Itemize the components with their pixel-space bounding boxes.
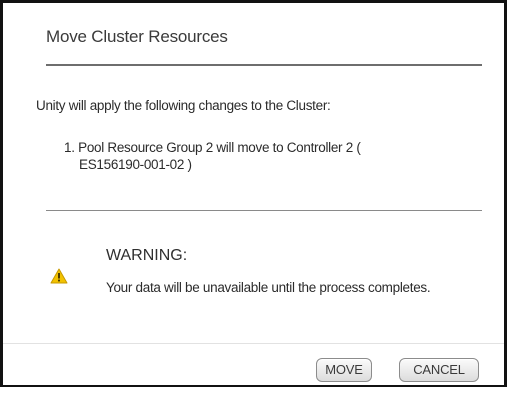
- warning-message: Your data will be unavailable until the …: [106, 280, 431, 295]
- cancel-button[interactable]: CANCEL: [399, 358, 479, 382]
- move-cluster-resources-dialog: Move Cluster Resources Unity will apply …: [3, 3, 504, 385]
- list-item: 1. Pool Resource Group 2 will move to Co…: [64, 139, 464, 173]
- change-number: 1.: [64, 140, 75, 155]
- change-text-line2: ES156190-001-02 ): [79, 157, 192, 172]
- window-bottom-edge: [0, 385, 507, 405]
- warning-icon: [50, 268, 68, 284]
- title-divider: [46, 64, 482, 66]
- intro-text: Unity will apply the following changes t…: [36, 98, 331, 113]
- change-text-line1: Pool Resource Group 2 will move to Contr…: [78, 140, 361, 155]
- dialog-title: Move Cluster Resources: [46, 27, 228, 46]
- move-button[interactable]: MOVE: [316, 358, 372, 382]
- warning-title: WARNING:: [106, 247, 188, 264]
- section-divider: [46, 210, 482, 211]
- footer-divider: [3, 343, 504, 344]
